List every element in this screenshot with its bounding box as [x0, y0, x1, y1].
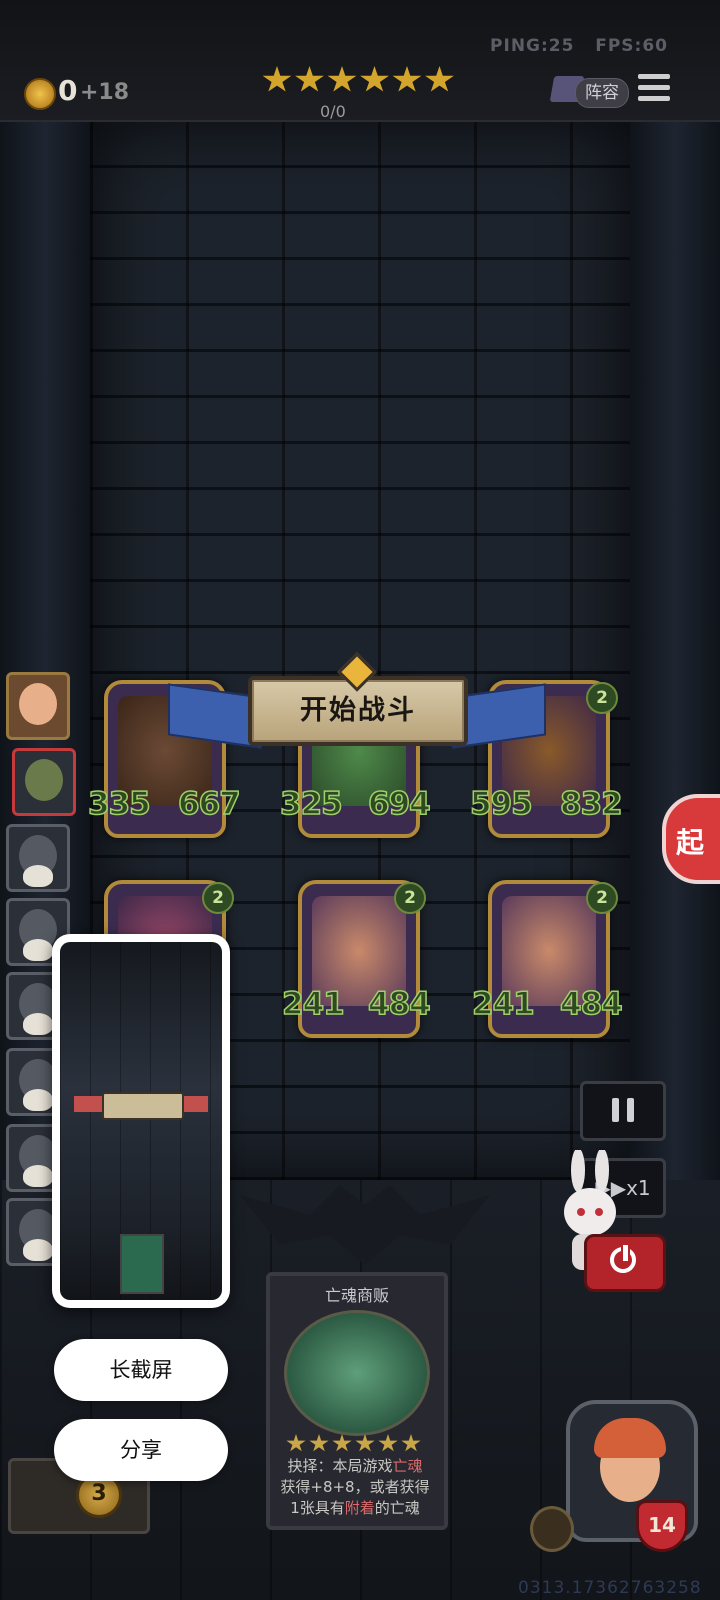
- unit-attack: 325: [279, 785, 343, 823]
- screenshot-thumbnail[interactable]: [52, 934, 230, 1308]
- unit-attack: 595: [469, 785, 533, 823]
- torch-icon[interactable]: [530, 1506, 574, 1552]
- unit-health: 484: [367, 985, 431, 1023]
- skull-icon: [23, 865, 53, 887]
- goblin-face-icon: [25, 759, 63, 801]
- network-stats: PING:25 FPS:60: [490, 36, 668, 56]
- bat-decoration: [240, 1185, 490, 1265]
- screenshot-preview: [60, 942, 222, 1300]
- gold-amount: 0: [58, 74, 78, 107]
- star-icon: [378, 1434, 398, 1452]
- unit-level: 2: [394, 882, 426, 914]
- pause-button[interactable]: [580, 1081, 666, 1141]
- gold-bonus: +18: [80, 80, 130, 105]
- star-rating: [262, 66, 457, 98]
- skull-icon: [23, 1239, 53, 1261]
- star-icon: [355, 1434, 375, 1452]
- unit-level: 2: [586, 682, 618, 714]
- unit-health: 667: [177, 785, 241, 823]
- shop-card-title: 亡魂商贩: [324, 1286, 389, 1305]
- skull-icon: [23, 939, 53, 961]
- star-icon: [262, 66, 292, 92]
- unit-level: 2: [586, 882, 618, 914]
- star-icon: [295, 66, 324, 92]
- skull-icon: [23, 1089, 53, 1111]
- unit-attack: 241: [471, 985, 535, 1023]
- skull-icon: [23, 1013, 53, 1035]
- shop-card-description: 抉择：本局游戏亡魂获得+8+8，或者获得1张具有附着的亡魂: [280, 1457, 430, 1517]
- unit-health: 694: [367, 785, 431, 823]
- unit-level: 2: [202, 882, 234, 914]
- progress-counter: 0/0: [320, 102, 346, 121]
- opponent-portrait[interactable]: [6, 824, 70, 892]
- star-icon: [425, 66, 454, 92]
- unit-attack: 241: [281, 985, 345, 1023]
- star-icon: [309, 1434, 329, 1452]
- star-icon: [401, 1434, 421, 1452]
- shop-card[interactable]: 亡魂商贩 抉择：本局游戏亡魂获得+8+8，或者获得1张具有附着的亡魂: [266, 1272, 448, 1530]
- session-serial: 0313.17362763258: [518, 1578, 702, 1598]
- opponent-portrait-current[interactable]: [12, 748, 76, 816]
- hero-health: 14: [636, 1500, 688, 1552]
- gold-coin-icon: [24, 78, 56, 110]
- side-tab-button[interactable]: 起: [662, 794, 720, 884]
- power-button[interactable]: [584, 1234, 666, 1292]
- ghost-merchant-art: [284, 1310, 430, 1436]
- star-icon: [286, 1434, 306, 1452]
- star-icon: [360, 66, 389, 92]
- unit-health: 832: [559, 785, 623, 823]
- star-icon: [332, 1434, 352, 1452]
- pause-icon: [612, 1098, 619, 1122]
- hero-face-icon: [19, 683, 57, 725]
- share-button[interactable]: 分享: [54, 1419, 228, 1481]
- player-portrait[interactable]: [6, 672, 70, 740]
- skull-icon: [23, 1165, 53, 1187]
- shop-star-rating: [286, 1434, 424, 1457]
- menu-icon[interactable]: [638, 74, 670, 104]
- unit-health: 484: [559, 985, 623, 1023]
- star-icon: [327, 66, 357, 92]
- unit-attack: 335: [87, 785, 151, 823]
- lineup-button[interactable]: 阵容: [575, 78, 629, 108]
- long-screenshot-button[interactable]: 长截屏: [54, 1339, 228, 1401]
- star-icon: [392, 66, 422, 92]
